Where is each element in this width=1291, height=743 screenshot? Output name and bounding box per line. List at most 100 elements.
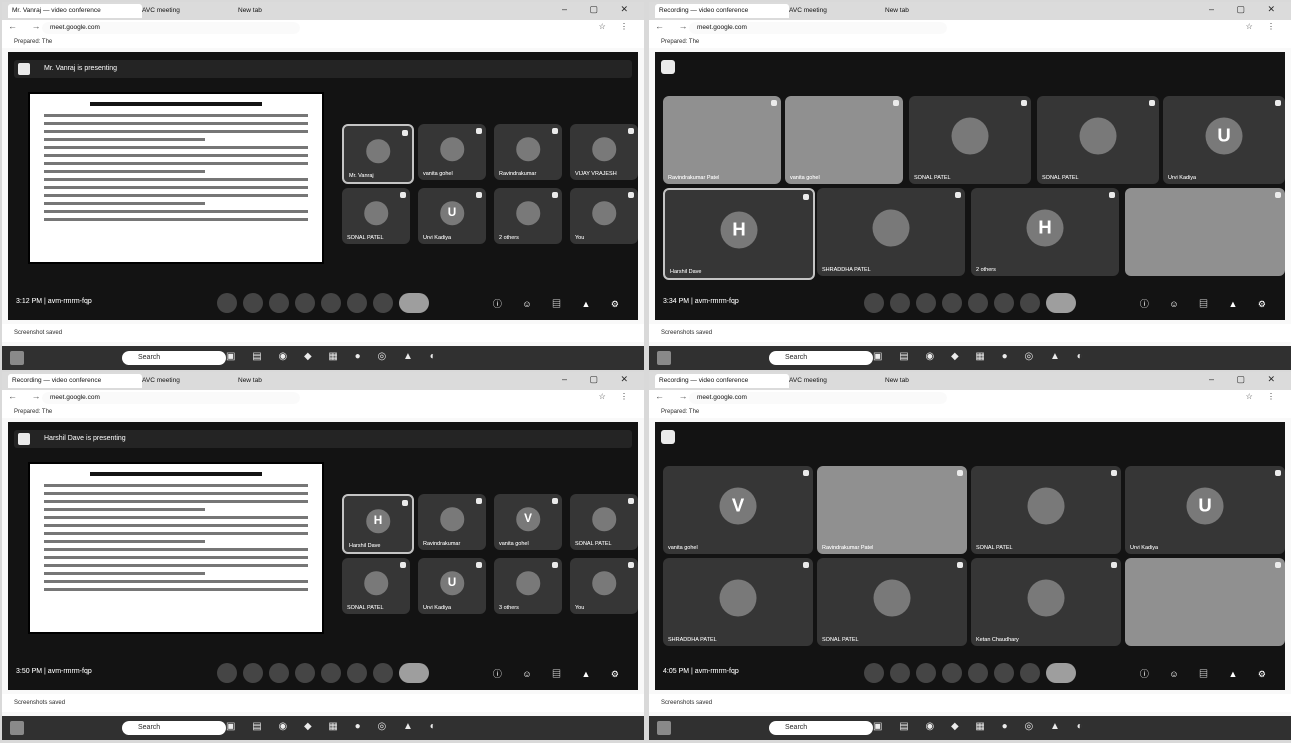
start-icon[interactable] — [10, 721, 24, 735]
side-panel-icons[interactable]: ⓘ ☺ ▤ ▲ ⚙ — [493, 667, 628, 680]
browser-tab[interactable]: AVC meeting — [785, 374, 885, 388]
participant-tile[interactable]: H Harshil Dave — [663, 188, 815, 280]
browser-tab[interactable]: AVC meeting — [785, 4, 885, 18]
window-controls[interactable]: – ▢ ✕ — [1209, 4, 1285, 15]
raise-hand-icon[interactable] — [347, 663, 367, 683]
more-options-icon[interactable] — [373, 293, 393, 313]
camera-icon[interactable] — [243, 293, 263, 313]
participant-tile[interactable]: SONAL PATEL — [909, 96, 1031, 184]
start-icon[interactable] — [10, 351, 24, 365]
participant-tile[interactable]: vanita gohel — [418, 124, 486, 180]
window-controls[interactable]: – ▢ ✕ — [562, 4, 638, 15]
end-call-button[interactable] — [399, 663, 429, 683]
end-call-button[interactable] — [1046, 293, 1076, 313]
captions-icon[interactable] — [916, 293, 936, 313]
more-options-icon[interactable] — [373, 663, 393, 683]
window-controls[interactable]: – ▢ ✕ — [1209, 374, 1285, 385]
end-call-button[interactable] — [399, 293, 429, 313]
participant-tile[interactable]: U Urvi Kadiya — [1125, 466, 1285, 554]
extensions-icon[interactable]: ☆ ⋮ — [1246, 22, 1281, 31]
more-options-icon[interactable] — [1020, 663, 1040, 683]
end-call-button[interactable] — [1046, 663, 1076, 683]
camera-icon[interactable] — [243, 663, 263, 683]
taskbar-app-icons[interactable]: ▣ ▤ ◉ ◆ ▦ ● ◎ ▲ ◐ — [226, 721, 443, 732]
participant-tile[interactable]: SONAL PATEL — [342, 558, 410, 614]
browser-tab[interactable]: Recording — video conference — [8, 374, 142, 388]
side-panel-icons[interactable]: ⓘ ☺ ▤ ▲ ⚙ — [1140, 297, 1275, 310]
camera-icon[interactable] — [890, 663, 910, 683]
browser-tab[interactable]: New tab — [234, 374, 330, 388]
participant-tile[interactable]: Ravindrakumar Patel — [663, 96, 781, 184]
participant-tile[interactable]: vanita gohel — [785, 96, 903, 184]
taskbar-app-icons[interactable]: ▣ ▤ ◉ ◆ ▦ ● ◎ ▲ ◐ — [873, 351, 1090, 362]
participant-tile[interactable]: Vvanita gohel — [494, 494, 562, 550]
present-icon[interactable] — [321, 663, 341, 683]
present-icon[interactable] — [321, 293, 341, 313]
participant-tile[interactable]: Ravindrakumar Patel — [817, 466, 967, 554]
participant-tile[interactable]: U Urvi Kadiya — [418, 558, 486, 614]
participant-tile[interactable]: You — [570, 188, 638, 244]
participant-tile[interactable]: VIJAY VRAJESH — [570, 124, 638, 180]
start-icon[interactable] — [657, 351, 671, 365]
browser-tab[interactable]: New tab — [234, 4, 330, 18]
taskbar-app-icons[interactable]: ▣ ▤ ◉ ◆ ▦ ● ◎ ▲ ◐ — [873, 721, 1090, 732]
side-panel-icons[interactable]: ⓘ ☺ ▤ ▲ ⚙ — [1140, 667, 1275, 680]
participant-tile[interactable]: SONAL PATEL — [570, 494, 638, 550]
captions-icon[interactable] — [916, 663, 936, 683]
window-controls[interactable]: – ▢ ✕ — [562, 374, 638, 385]
raise-hand-icon[interactable] — [347, 293, 367, 313]
browser-tab[interactable]: AVC meeting — [138, 4, 238, 18]
taskbar-search[interactable]: Search — [122, 351, 226, 365]
emoji-icon[interactable] — [295, 293, 315, 313]
taskbar-app-icons[interactable]: ▣ ▤ ◉ ◆ ▦ ● ◎ ▲ ◐ — [226, 351, 443, 362]
present-icon[interactable] — [968, 293, 988, 313]
participant-tile[interactable]: U Urvi Kadiya — [418, 188, 486, 244]
browser-tab[interactable]: AVC meeting — [138, 374, 238, 388]
extensions-icon[interactable]: ☆ ⋮ — [1246, 392, 1281, 401]
extensions-icon[interactable]: ☆ ⋮ — [599, 22, 634, 31]
participant-tile[interactable]: U Urvi Kadiya — [1163, 96, 1285, 184]
mic-icon[interactable] — [217, 663, 237, 683]
participant-tile[interactable]: SHRADDHA PATEL — [663, 558, 813, 646]
participant-tile[interactable] — [1125, 558, 1285, 646]
mic-icon[interactable] — [864, 663, 884, 683]
browser-tab[interactable]: New tab — [881, 374, 977, 388]
emoji-icon[interactable] — [942, 293, 962, 313]
participant-tile[interactable]: SONAL PATEL — [1037, 96, 1159, 184]
browser-tab[interactable]: Recording — video conference — [655, 374, 789, 388]
side-panel-icons[interactable]: ⓘ ☺ ▤ ▲ ⚙ — [493, 297, 628, 310]
participant-tile[interactable]: You — [570, 558, 638, 614]
participant-tile[interactable]: Vvanita gohel — [663, 466, 813, 554]
participant-tile[interactable]: SONAL PATEL — [817, 558, 967, 646]
mic-icon[interactable] — [217, 293, 237, 313]
raise-hand-icon[interactable] — [994, 663, 1014, 683]
present-icon[interactable] — [968, 663, 988, 683]
mic-icon[interactable] — [864, 293, 884, 313]
participant-tile[interactable]: Ravindrakumar — [494, 124, 562, 180]
address-bar[interactable]: meet.google.com — [689, 22, 947, 34]
camera-icon[interactable] — [890, 293, 910, 313]
participant-tile[interactable]: Ketan Chaudhary — [971, 558, 1121, 646]
participant-tile[interactable]: SONAL PATEL — [971, 466, 1121, 554]
participant-tile[interactable] — [1125, 188, 1285, 276]
address-bar[interactable]: meet.google.com — [689, 392, 947, 404]
browser-tab[interactable]: Mr. Vanraj — video conference — [8, 4, 142, 18]
address-bar[interactable]: meet.google.com — [42, 392, 300, 404]
participant-tile[interactable]: SHRADDHA PATEL — [817, 188, 965, 276]
emoji-icon[interactable] — [942, 663, 962, 683]
more-options-icon[interactable] — [1020, 293, 1040, 313]
taskbar-search[interactable]: Search — [769, 721, 873, 735]
participant-tile[interactable]: H 2 others — [971, 188, 1119, 276]
start-icon[interactable] — [657, 721, 671, 735]
raise-hand-icon[interactable] — [994, 293, 1014, 313]
participant-tile[interactable]: 3 others — [494, 558, 562, 614]
taskbar-search[interactable]: Search — [769, 351, 873, 365]
captions-icon[interactable] — [269, 663, 289, 683]
participant-tile[interactable]: SONAL PATEL — [342, 188, 410, 244]
emoji-icon[interactable] — [295, 663, 315, 683]
extensions-icon[interactable]: ☆ ⋮ — [599, 392, 634, 401]
participant-tile[interactable]: Mr. Vanraj — [342, 124, 414, 184]
participant-tile[interactable]: 2 others — [494, 188, 562, 244]
captions-icon[interactable] — [269, 293, 289, 313]
participant-tile[interactable]: H Harshil Dave — [342, 494, 414, 554]
